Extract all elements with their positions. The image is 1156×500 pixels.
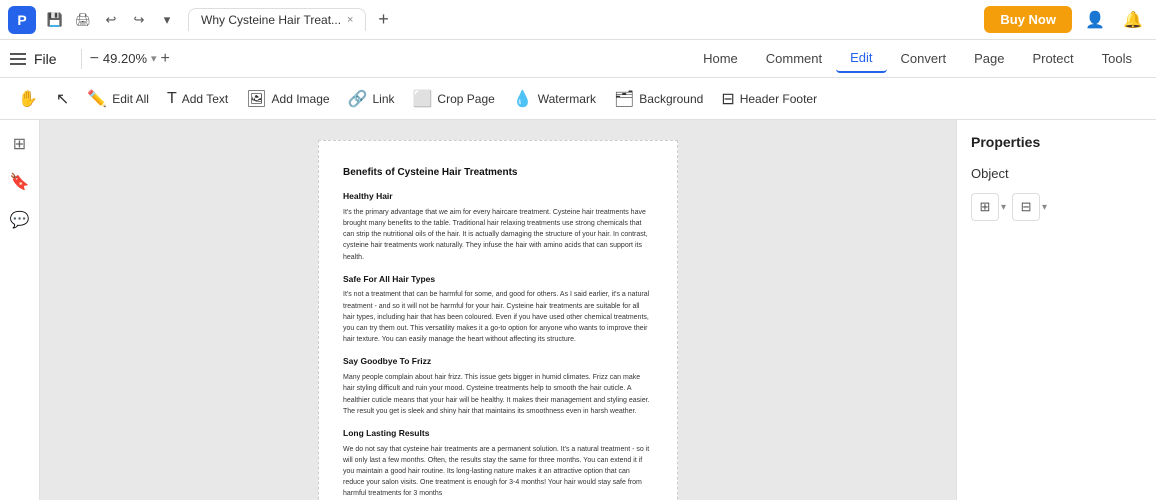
user-icon[interactable]: 👤	[1080, 5, 1110, 35]
undo-btn[interactable]: ↩	[100, 9, 122, 31]
file-menu[interactable]: File	[34, 51, 57, 67]
crop-page-tool[interactable]: ⬜ Crop Page	[405, 84, 503, 114]
thumbnail-icon[interactable]: ⊞	[6, 130, 34, 158]
object-label: Object	[971, 166, 1142, 181]
nav-tabs: HomeCommentEditConvertPageProtectTools	[689, 44, 1146, 73]
tab-close-btn[interactable]: ×	[347, 14, 353, 26]
separator-1	[81, 49, 82, 69]
tab-title: Why Cysteine Hair Treat...	[201, 13, 341, 27]
document-title: Benefits of Cysteine Hair Treatments	[343, 165, 653, 180]
background-tool-icon: 🗂	[614, 89, 634, 109]
properties-label: Properties	[971, 134, 1142, 150]
header-footer-tool-label: Header Footer	[740, 92, 817, 106]
section-heading: Long Lasting Results	[343, 427, 653, 440]
link-tool[interactable]: 🔗 Link	[340, 84, 403, 114]
toolbar: ✋ ↖ ✏️ Edit All T Add Text 🖼 Add Image 🔗 Link ⬜ Cro…	[0, 78, 1156, 120]
app-logo: P	[8, 6, 36, 34]
redo-btn[interactable]: ↪	[128, 9, 150, 31]
add-image-tool-icon: 🖼	[246, 89, 266, 109]
hamburger-menu[interactable]	[10, 53, 26, 65]
main-area: ⊞ 🔖 💬 Benefits of Cysteine Hair Treatments…	[0, 120, 1156, 500]
link-tool-label: Link	[372, 92, 394, 106]
window-actions: 💾 🖨 ↩ ↪ ▾	[44, 9, 178, 31]
nav-tab-edit[interactable]: Edit	[836, 44, 886, 73]
section-text: We do not say that cysteine hair treatme…	[343, 444, 653, 500]
section-heading: Say Goodbye To Frizz	[343, 355, 653, 368]
object-tools: ⊞ ▾ ⊟ ▾	[971, 193, 1142, 221]
add-text-tool[interactable]: T Add Text	[159, 85, 236, 113]
watermark-tool-icon: 💧	[513, 89, 533, 109]
header-footer-tool-icon: ⊟	[721, 89, 734, 109]
save-btn[interactable]: 💾	[44, 9, 66, 31]
add-image-tool-label: Add Image	[272, 92, 330, 106]
more-btn[interactable]: ▾	[156, 9, 178, 31]
nav-tab-comment[interactable]: Comment	[752, 45, 836, 72]
new-tab-btn[interactable]: +	[370, 7, 396, 33]
zoom-out-btn[interactable]: −	[90, 50, 99, 68]
zoom-value: 49.20%	[103, 51, 147, 66]
nav-tab-convert[interactable]: Convert	[887, 45, 961, 72]
align-right-dropdown[interactable]: ⊟ ▾	[1012, 193, 1047, 221]
section-heading: Safe For All Hair Types	[343, 273, 653, 286]
align-right-btn[interactable]: ⊟	[1012, 193, 1040, 221]
zoom-control: − 49.20% ▾ +	[90, 50, 170, 68]
select-tool[interactable]: ↖	[48, 84, 77, 114]
tab-bar: Why Cysteine Hair Treat... × +	[188, 7, 984, 33]
watermark-tool[interactable]: 💧 Watermark	[505, 84, 604, 114]
edit-all-tool[interactable]: ✏️ Edit All	[79, 84, 157, 114]
zoom-dropdown-arrow[interactable]: ▾	[151, 52, 157, 65]
nav-tab-home[interactable]: Home	[689, 45, 752, 72]
add-text-tool-label: Add Text	[182, 92, 228, 106]
header-footer-tool[interactable]: ⊟ Header Footer	[713, 84, 825, 114]
left-sidebar: ⊞ 🔖 💬	[0, 120, 40, 500]
active-tab[interactable]: Why Cysteine Hair Treat... ×	[188, 8, 366, 31]
section-heading: Healthy Hair	[343, 190, 653, 203]
section-text: It's the primary advantage that we aim f…	[343, 207, 653, 263]
align-left-dropdown[interactable]: ⊞ ▾	[971, 193, 1006, 221]
section-text: It's not a treatment that can be harmful…	[343, 289, 653, 345]
add-text-tool-icon: T	[167, 90, 177, 108]
bookmark-icon[interactable]: 🔖	[6, 168, 34, 196]
bell-icon[interactable]: 🔔	[1118, 5, 1148, 35]
comment-icon[interactable]: 💬	[6, 206, 34, 234]
link-tool-icon: 🔗	[348, 89, 368, 109]
edit-all-tool-label: Edit All	[112, 92, 149, 106]
hand-tool[interactable]: ✋	[10, 84, 46, 114]
print-btn[interactable]: 🖨	[72, 9, 94, 31]
background-tool-label: Background	[639, 92, 703, 106]
right-panel: Properties Object ⊞ ▾ ⊟ ▾	[956, 120, 1156, 500]
align-chevron-1: ▾	[1001, 202, 1006, 213]
buy-now-button[interactable]: Buy Now	[984, 6, 1072, 33]
add-image-tool[interactable]: 🖼 Add Image	[238, 84, 337, 114]
menu-bar: File − 49.20% ▾ + HomeCommentEditConvert…	[0, 40, 1156, 78]
zoom-in-btn[interactable]: +	[161, 50, 170, 68]
title-bar: P 💾 🖨 ↩ ↪ ▾ Why Cysteine Hair Treat... ×…	[0, 0, 1156, 40]
watermark-tool-label: Watermark	[538, 92, 596, 106]
crop-page-tool-icon: ⬜	[413, 89, 433, 109]
align-chevron-2: ▾	[1042, 202, 1047, 213]
document-area[interactable]: Benefits of Cysteine Hair Treatments Hea…	[40, 120, 956, 500]
select-tool-icon: ↖	[56, 89, 69, 109]
nav-tab-protect[interactable]: Protect	[1018, 45, 1087, 72]
section-text: Many people complain about hair frizz. T…	[343, 372, 653, 417]
nav-tab-tools[interactable]: Tools	[1088, 45, 1146, 72]
crop-page-tool-label: Crop Page	[437, 92, 494, 106]
nav-tab-page[interactable]: Page	[960, 45, 1018, 72]
background-tool[interactable]: 🗂 Background	[606, 84, 711, 114]
document-page: Benefits of Cysteine Hair Treatments Hea…	[318, 140, 678, 500]
hand-tool-icon: ✋	[18, 89, 38, 109]
edit-all-tool-icon: ✏️	[87, 89, 107, 109]
align-left-btn[interactable]: ⊞	[971, 193, 999, 221]
